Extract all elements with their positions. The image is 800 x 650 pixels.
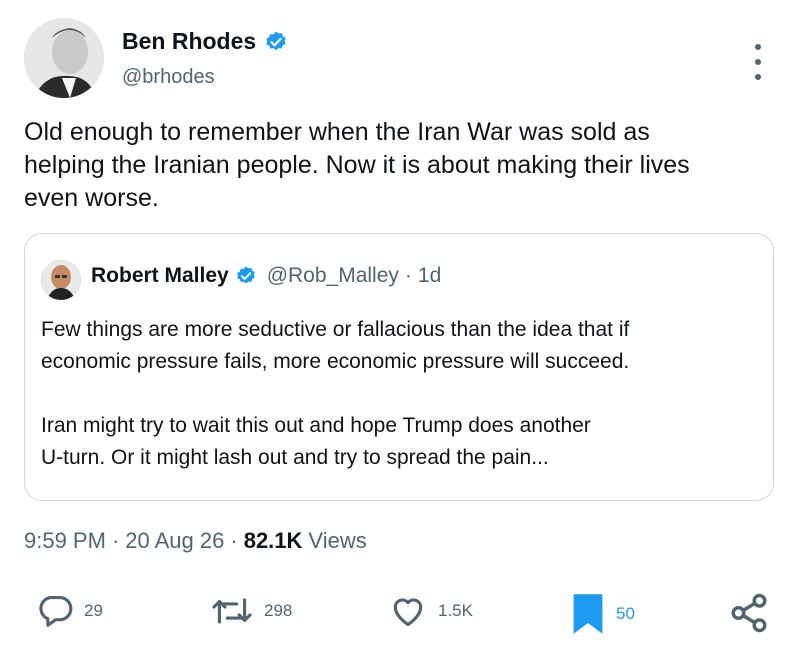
heart-icon bbox=[388, 592, 428, 630]
quoted-tweet[interactable]: Robert Malley @Rob_Malley · 1d Few thing… bbox=[24, 233, 774, 501]
author-name-row: Ben Rhodes bbox=[122, 28, 288, 55]
reply-icon bbox=[36, 592, 74, 630]
quoted-author-name[interactable]: Robert Malley bbox=[91, 264, 229, 288]
quoted-header: Robert Malley @Rob_Malley · 1d bbox=[91, 264, 441, 288]
repost-button[interactable]: 298 bbox=[210, 592, 292, 630]
views-count: 82.1K bbox=[243, 528, 303, 553]
quoted-author-avatar[interactable] bbox=[41, 260, 81, 300]
like-button[interactable]: 1.5K bbox=[388, 592, 473, 630]
quoted-separator: · bbox=[404, 264, 412, 287]
verified-badge-icon bbox=[264, 30, 288, 54]
repost-icon bbox=[210, 592, 254, 630]
bookmark-icon bbox=[570, 592, 606, 636]
share-button[interactable] bbox=[728, 592, 770, 634]
author-avatar[interactable] bbox=[24, 18, 104, 98]
views-label: Views bbox=[308, 528, 367, 553]
quoted-tweet-text: Few things are more seductive or fallaci… bbox=[41, 318, 630, 469]
quoted-author-handle[interactable]: @Rob_Malley bbox=[267, 264, 399, 288]
verified-badge-icon bbox=[235, 265, 257, 287]
repost-count: 298 bbox=[264, 601, 293, 620]
like-count: 1.5K bbox=[438, 601, 473, 620]
tweet-date[interactable]: 20 Aug 26 bbox=[125, 528, 224, 554]
meta-separator: · bbox=[111, 528, 120, 553]
tweet-time[interactable]: 9:59 PM bbox=[24, 528, 106, 554]
share-icon bbox=[728, 592, 770, 634]
author-name[interactable]: Ben Rhodes bbox=[122, 28, 256, 55]
more-icon[interactable] bbox=[748, 44, 768, 80]
tweet-meta: 9:59 PM · 20 Aug 26 · 82.1K Views bbox=[24, 528, 367, 554]
quoted-timestamp[interactable]: 1d bbox=[418, 264, 441, 288]
meta-separator: · bbox=[230, 528, 238, 553]
author-handle[interactable]: @brhodes bbox=[122, 66, 215, 89]
bookmark-count: 50 bbox=[616, 604, 635, 623]
reply-button[interactable]: 29 bbox=[36, 592, 103, 630]
action-bar: 29 298 1.5K 50 bbox=[0, 592, 800, 642]
bookmark-button[interactable]: 50 bbox=[570, 592, 635, 636]
tweet-text: Old enough to remember when the Iran War… bbox=[24, 118, 690, 212]
reply-count: 29 bbox=[84, 601, 103, 620]
